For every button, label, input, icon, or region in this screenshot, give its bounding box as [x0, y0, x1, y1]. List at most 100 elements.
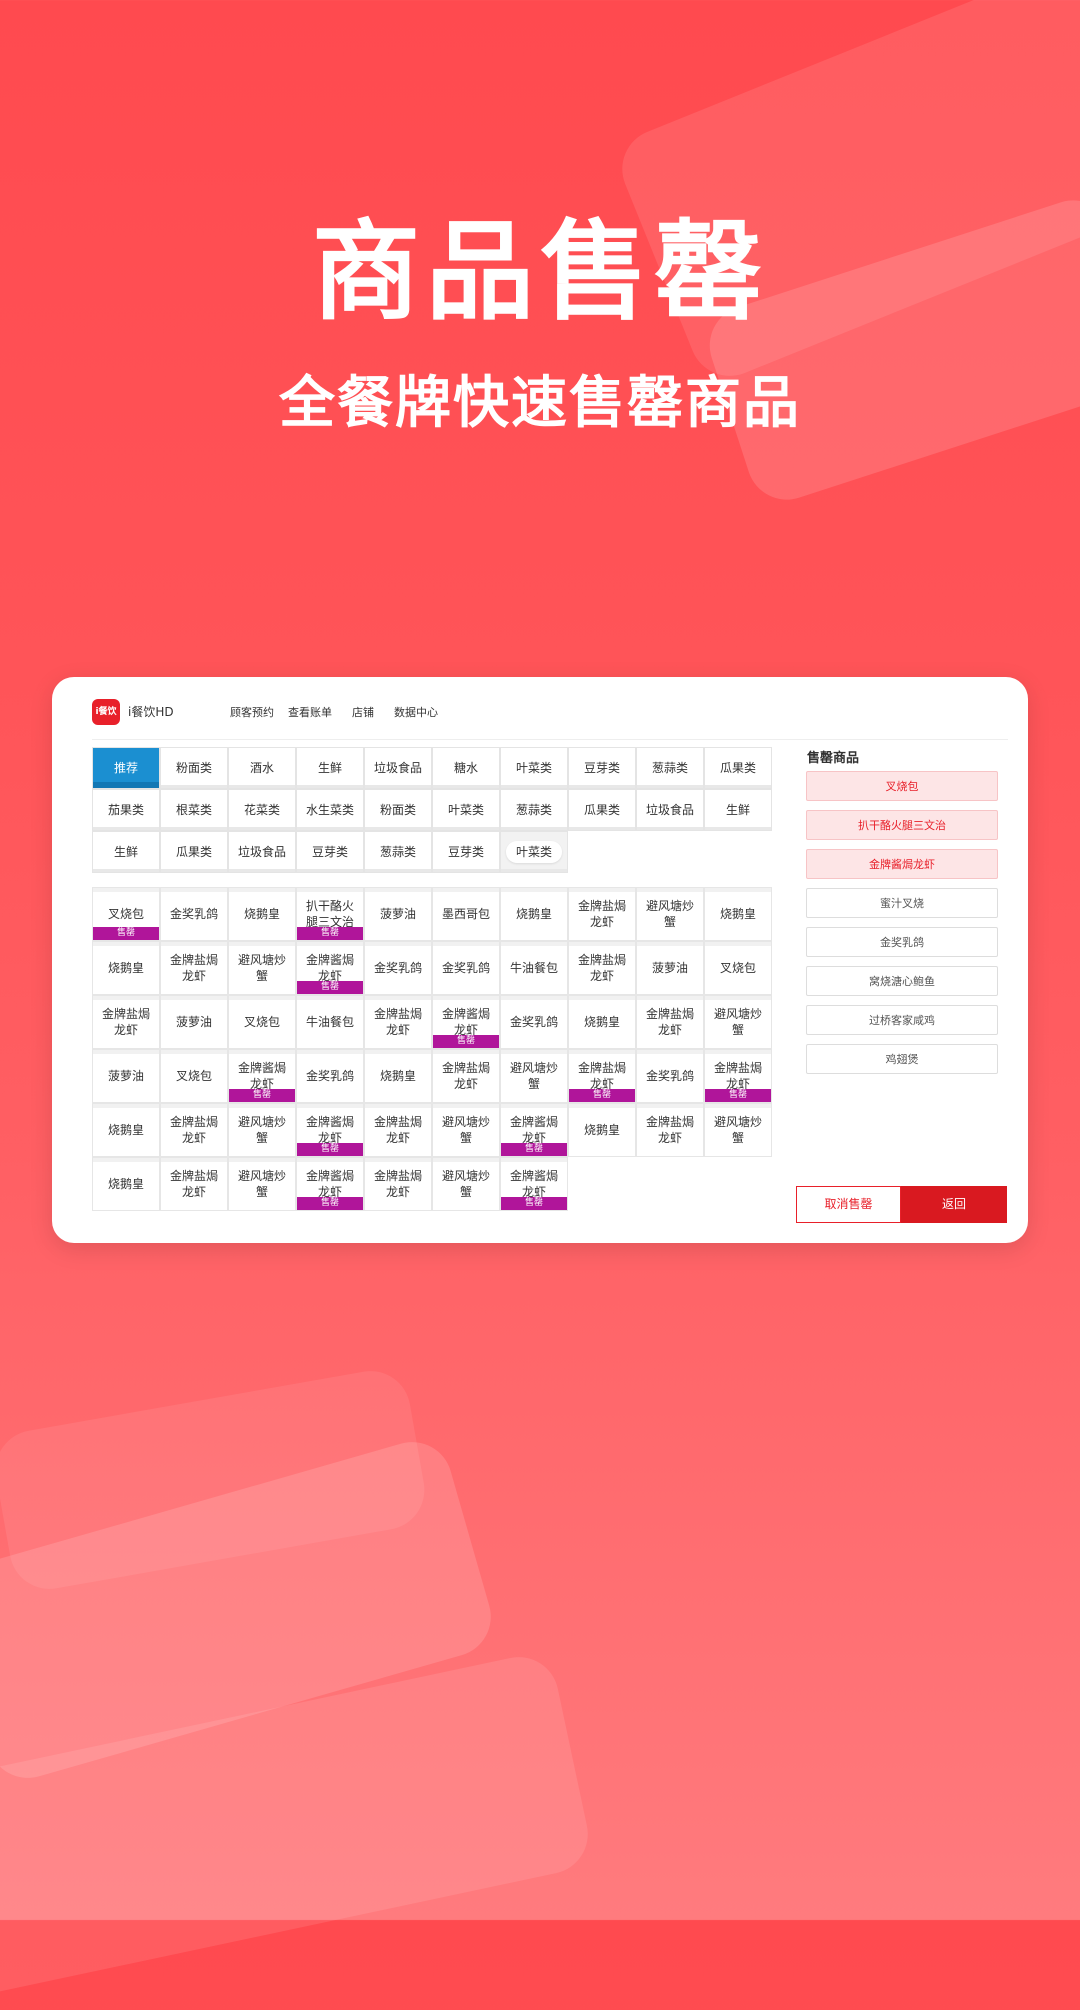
nav-store[interactable]: 店铺 [352, 704, 374, 720]
product-tile[interactable]: 金牌盐焗龙虾 [364, 995, 432, 1049]
category-tab[interactable]: 糖水 [432, 747, 500, 789]
product-tile[interactable]: 金奖乳鸽 [296, 1049, 364, 1103]
category-tab[interactable]: 花菜类 [228, 789, 296, 831]
product-tile[interactable]: 烧鹅皇 [92, 941, 160, 995]
category-tab[interactable]: 生鲜 [92, 831, 160, 873]
category-tab[interactable]: 豆芽类 [568, 747, 636, 789]
category-tab[interactable]: 豆芽类 [432, 831, 500, 873]
product-tile[interactable]: 金牌盐焗龙虾 [568, 887, 636, 941]
product-tile[interactable]: 金牌盐焗龙虾 [636, 1103, 704, 1157]
product-tile[interactable]: 金奖乳鸽 [636, 1049, 704, 1103]
product-tile[interactable]: 墨西哥包 [432, 887, 500, 941]
category-tab[interactable]: 生鲜 [296, 747, 364, 789]
product-tile[interactable]: 避风塘炒蟹 [704, 1103, 772, 1157]
product-tile[interactable]: 菠萝油 [364, 887, 432, 941]
sold-out-item[interactable]: 窝烧溏心鲍鱼 [806, 966, 998, 996]
product-tile[interactable]: 叉烧包 售罄 [92, 887, 160, 941]
product-tile[interactable]: 金牌盐焗龙虾 [364, 1157, 432, 1211]
product-tile[interactable]: 叉烧包 [228, 995, 296, 1049]
category-tab[interactable]: 瓜果类 [568, 789, 636, 831]
sold-out-item[interactable]: 蜜汁叉烧 [806, 888, 998, 918]
product-tile[interactable]: 金奖乳鸽 [432, 941, 500, 995]
product-tile[interactable]: 金牌盐焗龙虾 [92, 995, 160, 1049]
product-tile[interactable]: 避风塘炒蟹 [704, 995, 772, 1049]
product-tile[interactable]: 金牌盐焗龙虾 [160, 1103, 228, 1157]
product-tile[interactable]: 金牌酱焗龙虾 售罄 [500, 1103, 568, 1157]
product-tile[interactable]: 金牌盐焗龙虾 售罄 [704, 1049, 772, 1103]
back-button[interactable]: 返回 [901, 1186, 1007, 1223]
product-tile[interactable]: 菠萝油 [636, 941, 704, 995]
product-tile[interactable]: 金牌酱焗龙虾 售罄 [296, 941, 364, 995]
product-tile[interactable]: 金奖乳鸽 [500, 995, 568, 1049]
product-tile[interactable]: 烧鹅皇 [364, 1049, 432, 1103]
product-tile[interactable]: 烧鹅皇 [92, 1103, 160, 1157]
category-tab[interactable]: 葱蒜类 [364, 831, 432, 873]
category-tab[interactable]: 垃圾食品 [364, 747, 432, 789]
category-tab[interactable]: 粉面类 [160, 747, 228, 789]
product-tile[interactable]: 金牌盐焗龙虾 [432, 1049, 500, 1103]
product-tile[interactable]: 烧鹅皇 [500, 887, 568, 941]
sold-out-item[interactable]: 金奖乳鸽 [806, 927, 998, 957]
nav-customer-reservation[interactable]: 顾客预约 [230, 704, 274, 720]
category-tab[interactable]: 瓜果类 [160, 831, 228, 873]
category-tab[interactable]: 叶菜类 [500, 747, 568, 789]
sold-out-item[interactable]: 过桥客家咸鸡 [806, 1005, 998, 1035]
sold-out-item[interactable]: 叉烧包 [806, 771, 998, 801]
product-tile[interactable]: 金牌盐焗龙虾 [568, 941, 636, 995]
product-tile[interactable]: 金牌盐焗龙虾 [160, 941, 228, 995]
product-tile[interactable]: 避风塘炒蟹 [228, 1157, 296, 1211]
category-tab[interactable]: 叶菜类 [432, 789, 500, 831]
category-tab[interactable]: 葱蒜类 [500, 789, 568, 831]
product-tile[interactable]: 金奖乳鸽 [160, 887, 228, 941]
product-tile[interactable]: 避风塘炒蟹 [500, 1049, 568, 1103]
product-tile[interactable]: 叉烧包 [704, 941, 772, 995]
category-tab[interactable]: 粉面类 [364, 789, 432, 831]
product-tile[interactable]: 金牌盐焗龙虾 [160, 1157, 228, 1211]
category-tab[interactable]: 垃圾食品 [636, 789, 704, 831]
product-tile[interactable]: 菠萝油 [160, 995, 228, 1049]
product-tile[interactable]: 金牌盐焗龙虾 售罄 [568, 1049, 636, 1103]
category-tab[interactable]: 垃圾食品 [228, 831, 296, 873]
sold-out-item[interactable]: 鸡翅煲 [806, 1044, 998, 1074]
product-tile[interactable]: 菠萝油 [92, 1049, 160, 1103]
product-tile[interactable]: 金牌盐焗龙虾 [636, 995, 704, 1049]
category-tab[interactable]: 推荐 [92, 747, 160, 789]
product-tile[interactable]: 金奖乳鸽 [364, 941, 432, 995]
nav-view-bills[interactable]: 查看账单 [288, 704, 332, 720]
product-tile[interactable]: 叉烧包 [160, 1049, 228, 1103]
sold-out-item[interactable]: 金牌酱焗龙虾 [806, 849, 998, 879]
product-tile[interactable]: 避风塘炒蟹 [432, 1157, 500, 1211]
product-tile[interactable]: 金牌酱焗龙虾 售罄 [296, 1157, 364, 1211]
product-tile[interactable]: 牛油餐包 [296, 995, 364, 1049]
product-tile[interactable]: 金牌酱焗龙虾 售罄 [500, 1157, 568, 1211]
product-tile[interactable]: 金牌酱焗龙虾 售罄 [296, 1103, 364, 1157]
product-tile[interactable]: 金牌酱焗龙虾 售罄 [228, 1049, 296, 1103]
category-tab[interactable]: 葱蒜类 [636, 747, 704, 789]
category-tab[interactable]: 酒水 [228, 747, 296, 789]
product-tile[interactable]: 避风塘炒蟹 [228, 1103, 296, 1157]
product-tile[interactable]: 牛油餐包 [500, 941, 568, 995]
category-tab[interactable]: 瓜果类 [704, 747, 772, 789]
category-tab[interactable]: 叶菜类 [500, 831, 568, 873]
cancel-sold-out-button[interactable]: 取消售罄 [796, 1186, 901, 1223]
product-tile[interactable]: 烧鹅皇 [228, 887, 296, 941]
category-tab[interactable]: 豆芽类 [296, 831, 364, 873]
product-tile[interactable]: 烧鹅皇 [568, 1103, 636, 1157]
product-tile[interactable]: 避风塘炒蟹 [636, 887, 704, 941]
product-tile[interactable]: 烧鹅皇 [704, 887, 772, 941]
product-tile[interactable]: 避风塘炒蟹 [228, 941, 296, 995]
nav-data-center[interactable]: 数据中心 [394, 704, 438, 720]
product-tile[interactable]: 金牌盐焗龙虾 [364, 1103, 432, 1157]
product-tile[interactable]: 扒干酪火腿三文治 售罄 [296, 887, 364, 941]
product-tile[interactable]: 金牌酱焗龙虾 售罄 [432, 995, 500, 1049]
sold-out-item[interactable]: 扒干酪火腿三文治 [806, 810, 998, 840]
product-name: 避风塘炒蟹 [237, 953, 286, 983]
product-tile[interactable]: 烧鹅皇 [92, 1157, 160, 1211]
category-tab[interactable]: 生鲜 [704, 789, 772, 831]
category-tab[interactable]: 茄果类 [92, 789, 160, 831]
product-tile[interactable]: 烧鹅皇 [568, 995, 636, 1049]
product-tile[interactable]: 避风塘炒蟹 [432, 1103, 500, 1157]
product-name: 金牌盐焗龙虾 [373, 1007, 422, 1037]
category-tab[interactable]: 水生菜类 [296, 789, 364, 831]
category-tab[interactable]: 根菜类 [160, 789, 228, 831]
